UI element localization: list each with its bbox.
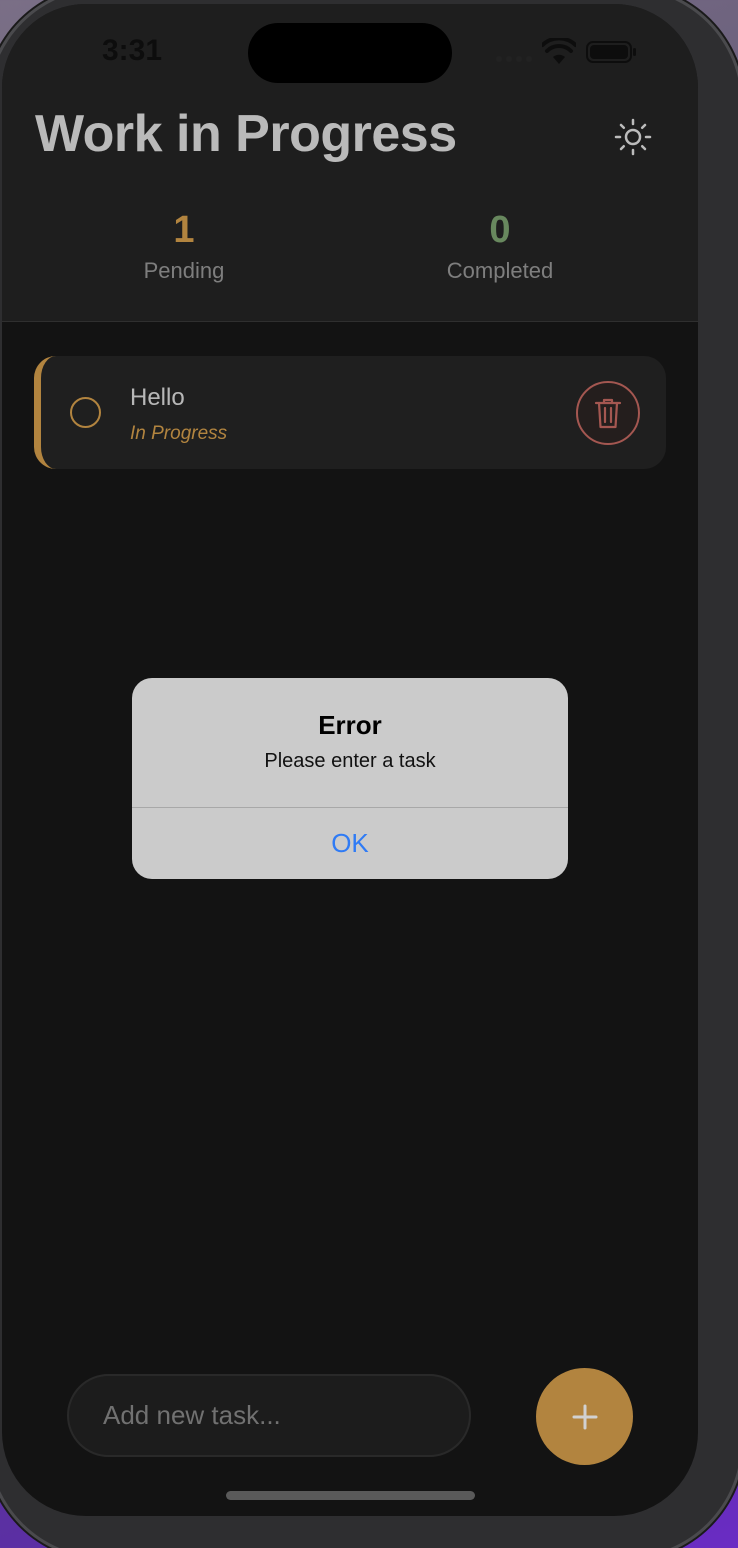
alert-ok-button[interactable]: OK — [132, 808, 568, 879]
device-frame: 3:31 Work in Progress 1 Pending 0 Comple… — [0, 0, 738, 1548]
error-alert: Error Please enter a task OK — [132, 678, 568, 879]
alert-title: Error — [318, 710, 382, 740]
alert-message: Please enter a task — [264, 750, 436, 772]
app-screen: 3:31 Work in Progress 1 Pending 0 Comple… — [2, 4, 698, 1516]
